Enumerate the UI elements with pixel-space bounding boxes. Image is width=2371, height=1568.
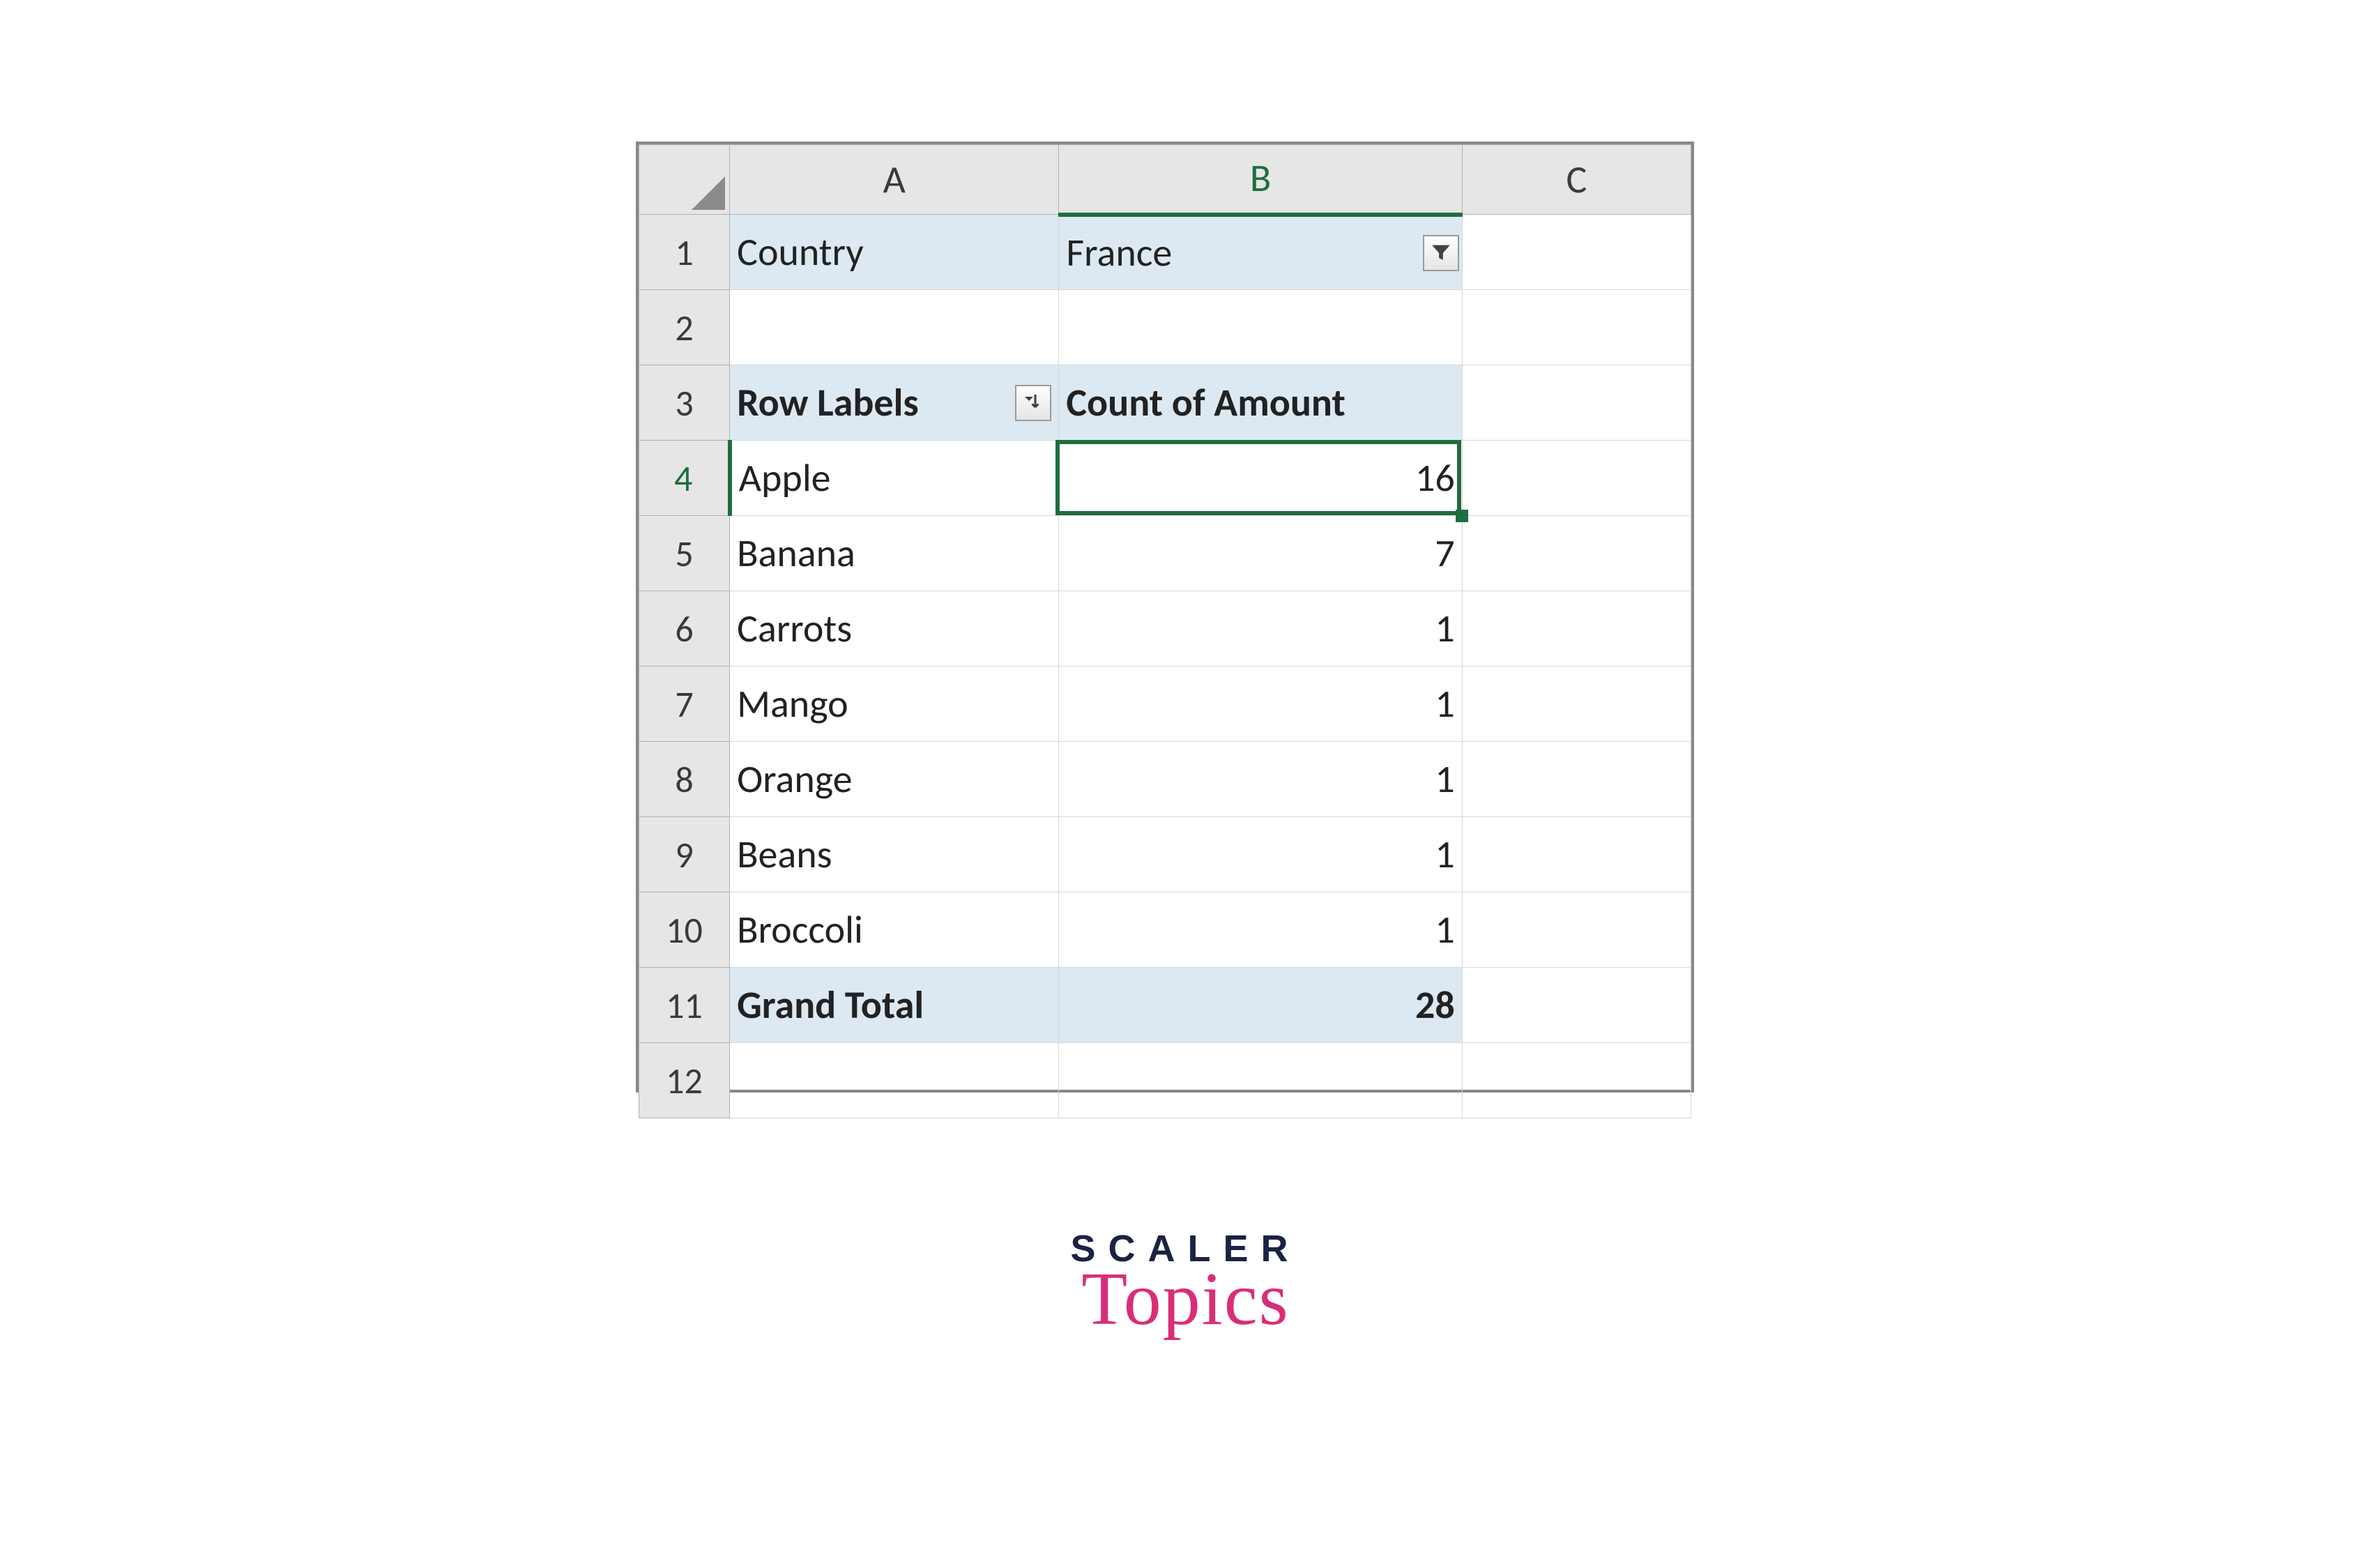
row-header-4[interactable]: 4: [639, 441, 730, 516]
cell-A12[interactable]: [730, 1043, 1059, 1118]
col-header-B[interactable]: B: [1059, 145, 1462, 215]
cell-C12[interactable]: [1462, 1043, 1691, 1118]
cell-B3[interactable]: Count of Amount: [1059, 365, 1462, 441]
cell-A4[interactable]: Apple: [730, 441, 1059, 516]
cell-C1[interactable]: [1462, 215, 1691, 290]
cell-B10[interactable]: 1: [1059, 892, 1462, 968]
cell-A3[interactable]: Row Labels: [730, 365, 1059, 441]
cell-B9[interactable]: 1: [1059, 817, 1462, 892]
row-header-12[interactable]: 12: [639, 1043, 730, 1118]
cell-C11[interactable]: [1462, 968, 1691, 1043]
row-header-1[interactable]: 1: [639, 215, 730, 290]
cell-C4[interactable]: [1462, 441, 1691, 516]
cell-B2[interactable]: [1059, 290, 1462, 365]
row-header-9[interactable]: 9: [639, 817, 730, 892]
row-header-10[interactable]: 10: [639, 892, 730, 968]
logo-line2: Topics: [1070, 1256, 1300, 1343]
row-labels-header: Row Labels: [737, 379, 919, 427]
cell-B8[interactable]: 1: [1059, 742, 1462, 817]
cell-A6[interactable]: Carrots: [730, 591, 1059, 667]
row-header-6[interactable]: 6: [639, 591, 730, 667]
cell-A10[interactable]: Broccoli: [730, 892, 1059, 968]
cell-A5[interactable]: Banana: [730, 516, 1059, 591]
spreadsheet[interactable]: A B C 1 Country France 2: [639, 144, 1691, 1090]
cell-C7[interactable]: [1462, 667, 1691, 742]
cell-C6[interactable]: [1462, 591, 1691, 667]
filter-value: France: [1066, 229, 1172, 277]
cell-B6[interactable]: 1: [1059, 591, 1462, 667]
cell-C10[interactable]: [1462, 892, 1691, 968]
row-header-3[interactable]: 3: [639, 365, 730, 441]
cell-B5[interactable]: 7: [1059, 516, 1462, 591]
cell-B4[interactable]: 16: [1059, 441, 1462, 516]
cell-B7[interactable]: 1: [1059, 667, 1462, 742]
cell-B1[interactable]: France: [1059, 215, 1462, 290]
row-header-2[interactable]: 2: [639, 290, 730, 365]
sort-dropdown-icon[interactable]: [1015, 385, 1051, 421]
cell-A8[interactable]: Orange: [730, 742, 1059, 817]
cell-C9[interactable]: [1462, 817, 1691, 892]
spreadsheet-frame: A B C 1 Country France 2: [636, 142, 1694, 1093]
cell-C8[interactable]: [1462, 742, 1691, 817]
fill-handle[interactable]: [1456, 510, 1468, 522]
cell-C2[interactable]: [1462, 290, 1691, 365]
row-header-8[interactable]: 8: [639, 742, 730, 817]
cell-C5[interactable]: [1462, 516, 1691, 591]
cell-B11[interactable]: 28: [1059, 968, 1462, 1043]
col-header-C[interactable]: C: [1462, 145, 1691, 215]
cell-B12[interactable]: [1059, 1043, 1462, 1118]
col-header-A[interactable]: A: [730, 145, 1059, 215]
select-all-corner[interactable]: [639, 145, 730, 215]
cell-A7[interactable]: Mango: [730, 667, 1059, 742]
cell-A2[interactable]: [730, 290, 1059, 365]
branding-logo: SCALER Topics: [1070, 1227, 1300, 1343]
row-header-7[interactable]: 7: [639, 667, 730, 742]
cell-C3[interactable]: [1462, 365, 1691, 441]
cell-A1[interactable]: Country: [730, 215, 1059, 290]
cell-A11[interactable]: Grand Total: [730, 968, 1059, 1043]
filter-icon[interactable]: [1423, 235, 1459, 271]
row-header-5[interactable]: 5: [639, 516, 730, 591]
grid: A B C 1 Country France 2: [639, 144, 1691, 1118]
row-header-11[interactable]: 11: [639, 968, 730, 1043]
cell-A9[interactable]: Beans: [730, 817, 1059, 892]
